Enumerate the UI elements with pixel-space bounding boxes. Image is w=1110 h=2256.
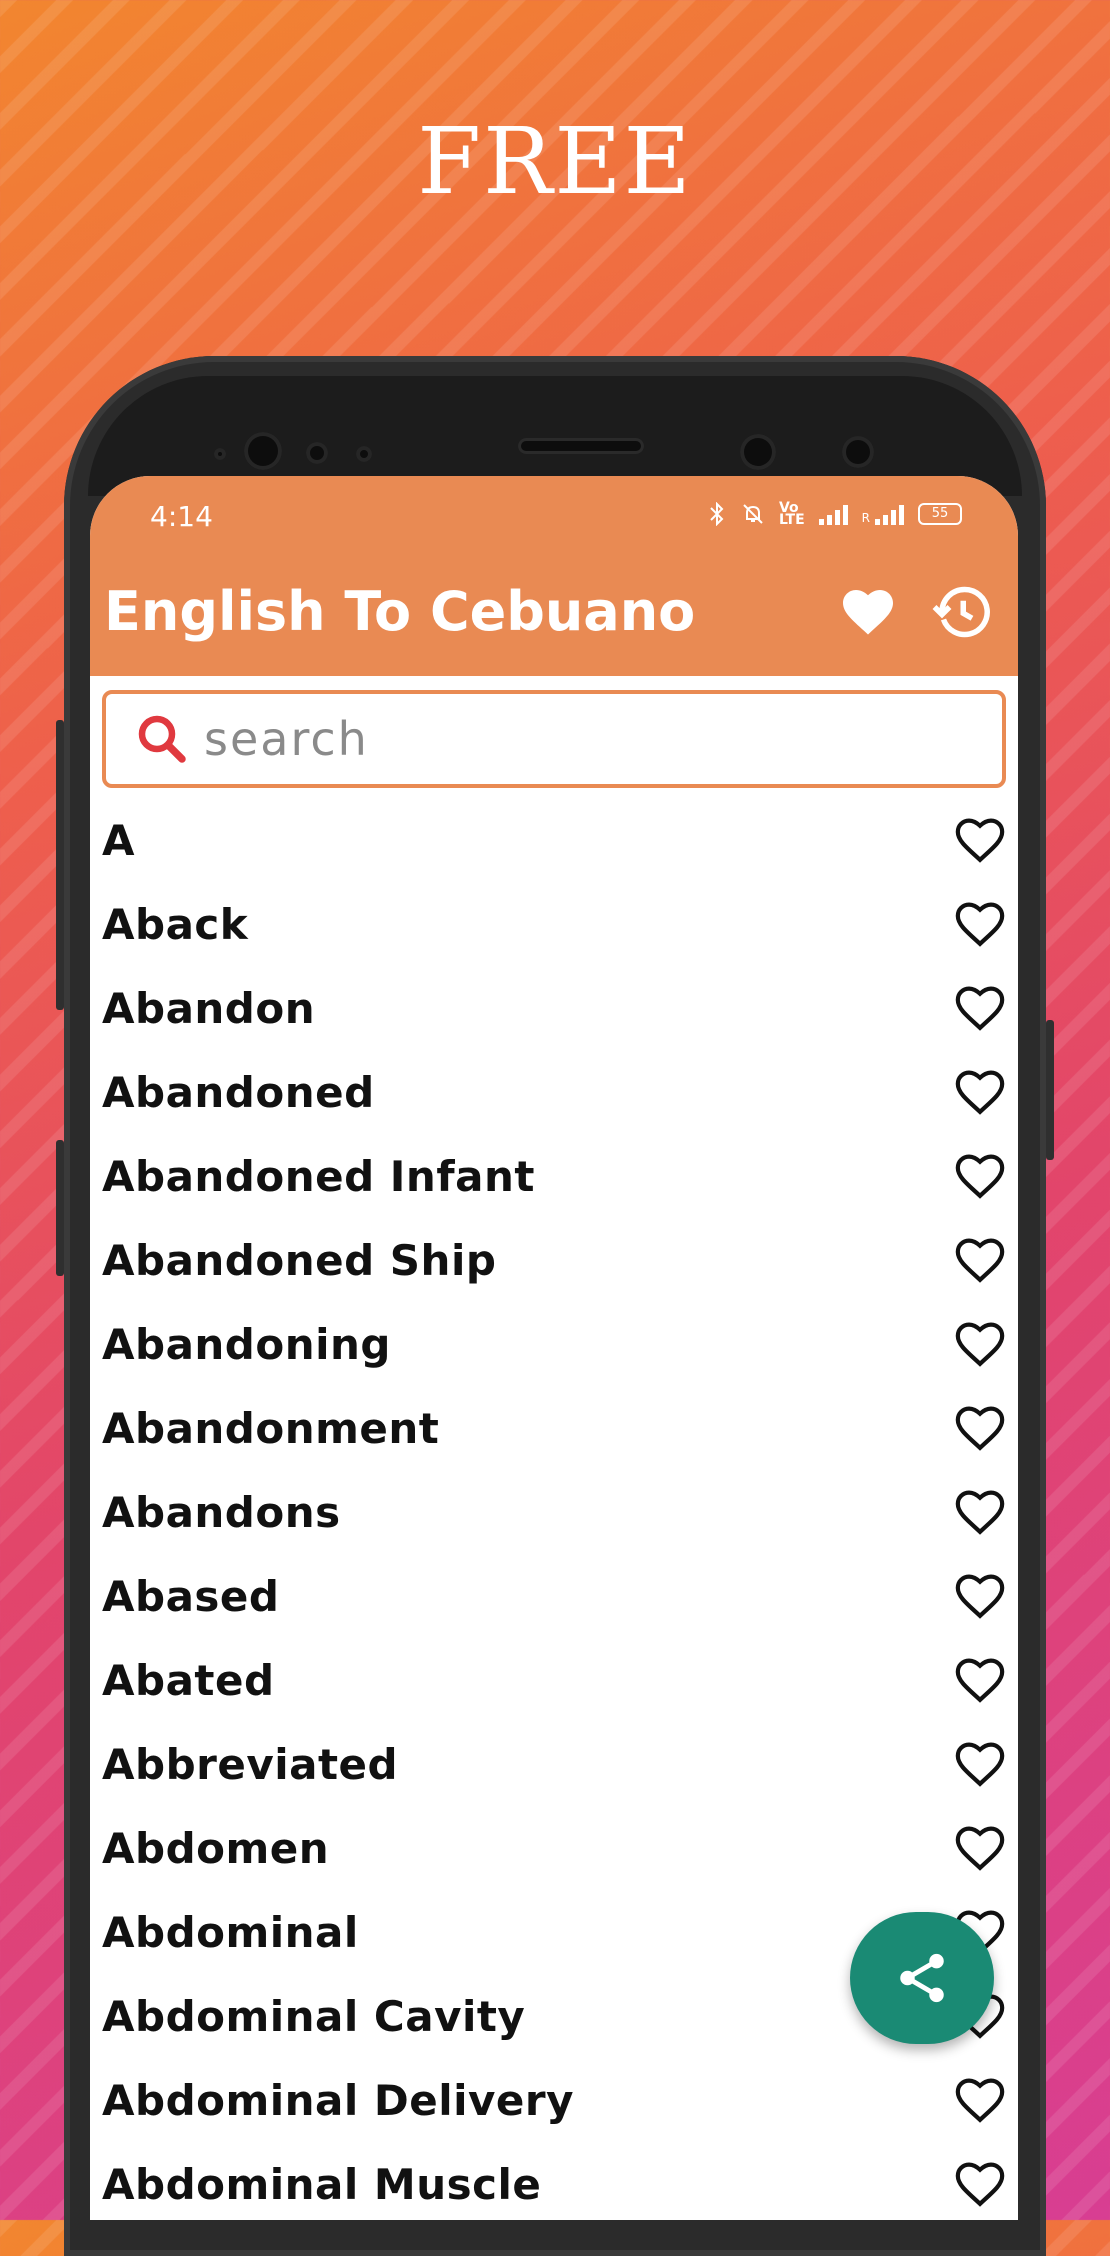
heart-outline-icon bbox=[955, 902, 1005, 947]
heart-outline-icon bbox=[955, 2078, 1005, 2123]
promo-title: FREE bbox=[417, 108, 693, 215]
word-row[interactable]: Abandoning bbox=[90, 1302, 1018, 1386]
signal-roaming-icon: R bbox=[862, 503, 904, 525]
word-row[interactable]: Abdomen bbox=[90, 1806, 1018, 1890]
word-label: Abdominal Delivery bbox=[102, 2075, 575, 2125]
word-label: Abdominal Cavity bbox=[102, 1991, 526, 2041]
word-row[interactable]: Abandon bbox=[90, 966, 1018, 1050]
search-icon bbox=[138, 715, 186, 763]
sensor-dot bbox=[842, 436, 874, 468]
status-icons: Vo LTE R 55 bbox=[707, 500, 962, 528]
favorite-toggle-button[interactable] bbox=[950, 2154, 1010, 2214]
word-label: Abandon bbox=[102, 983, 316, 1033]
word-row[interactable]: Abated bbox=[90, 1638, 1018, 1722]
mute-bell-icon bbox=[743, 504, 763, 524]
favorite-toggle-button[interactable] bbox=[950, 810, 1010, 870]
phone-side-button bbox=[1046, 1020, 1054, 1160]
favorite-toggle-button[interactable] bbox=[950, 1650, 1010, 1710]
heart-outline-icon bbox=[955, 1070, 1005, 1115]
heart-outline-icon bbox=[955, 1574, 1005, 1619]
favorites-button[interactable] bbox=[838, 582, 898, 642]
favorite-toggle-button[interactable] bbox=[950, 978, 1010, 1038]
word-row[interactable]: Abased bbox=[90, 1554, 1018, 1638]
word-row[interactable]: Abbreviated bbox=[90, 1722, 1018, 1806]
word-label: Abbreviated bbox=[102, 1739, 399, 1789]
phone-side-button bbox=[56, 720, 64, 1010]
favorite-toggle-button[interactable] bbox=[950, 1734, 1010, 1794]
word-row[interactable]: Abdominal Muscle bbox=[90, 2142, 1018, 2220]
sensor-dot bbox=[306, 442, 328, 464]
word-label: Abandoned Infant bbox=[102, 1151, 535, 1201]
heart-outline-icon bbox=[955, 1658, 1005, 1703]
favorite-toggle-button[interactable] bbox=[950, 1566, 1010, 1626]
earpiece-speaker bbox=[518, 438, 644, 454]
favorite-toggle-button[interactable] bbox=[950, 2070, 1010, 2130]
app-title: English To Cebuano bbox=[104, 580, 696, 643]
heart-outline-icon bbox=[955, 1238, 1005, 1283]
favorite-toggle-button[interactable] bbox=[950, 1230, 1010, 1290]
word-row[interactable]: A bbox=[90, 798, 1018, 882]
history-button[interactable] bbox=[932, 582, 992, 642]
app-bar: 4:14 Vo LTE R 55 English To Cebuano bbox=[90, 476, 1018, 676]
word-row[interactable]: Aback bbox=[90, 882, 1018, 966]
share-button[interactable] bbox=[850, 1912, 994, 2044]
search-bar[interactable] bbox=[102, 690, 1006, 788]
sensor-dot bbox=[356, 446, 372, 462]
word-label: Abated bbox=[102, 1655, 275, 1705]
word-label: Abased bbox=[102, 1571, 280, 1621]
favorite-toggle-button[interactable] bbox=[950, 1482, 1010, 1542]
heart-outline-icon bbox=[955, 818, 1005, 863]
phone-side-button bbox=[56, 1140, 64, 1276]
word-label: Abandoning bbox=[102, 1319, 391, 1369]
word-label: Abandoned bbox=[102, 1067, 375, 1117]
word-row[interactable]: Abandoned Infant bbox=[90, 1134, 1018, 1218]
search-input[interactable] bbox=[202, 711, 1002, 767]
heart-outline-icon bbox=[955, 1154, 1005, 1199]
heart-outline-icon bbox=[955, 1826, 1005, 1871]
word-row[interactable]: Abandoned Ship bbox=[90, 1218, 1018, 1302]
word-row[interactable]: Abandoned bbox=[90, 1050, 1018, 1134]
heart-outline-icon bbox=[955, 1406, 1005, 1451]
bluetooth-icon bbox=[710, 502, 724, 526]
status-time: 4:14 bbox=[150, 500, 213, 533]
favorite-toggle-button[interactable] bbox=[950, 1062, 1010, 1122]
word-label: Abandoned Ship bbox=[102, 1235, 497, 1285]
word-label: Abandonment bbox=[102, 1403, 440, 1453]
word-label: Abdominal bbox=[102, 1907, 359, 1957]
favorite-toggle-button[interactable] bbox=[950, 1146, 1010, 1206]
share-icon bbox=[900, 1953, 944, 2003]
battery-icon: 55 bbox=[918, 503, 962, 525]
favorite-toggle-button[interactable] bbox=[950, 1398, 1010, 1458]
secondary-camera bbox=[740, 434, 776, 470]
favorite-toggle-button[interactable] bbox=[950, 894, 1010, 954]
favorite-toggle-button[interactable] bbox=[950, 1314, 1010, 1374]
heart-outline-icon bbox=[955, 1742, 1005, 1787]
word-row[interactable]: Abandons bbox=[90, 1470, 1018, 1554]
heart-outline-icon bbox=[955, 1490, 1005, 1535]
favorite-toggle-button[interactable] bbox=[950, 1818, 1010, 1878]
word-label: A bbox=[102, 815, 136, 865]
word-row[interactable]: Abdominal Delivery bbox=[90, 2058, 1018, 2142]
word-label: Abdomen bbox=[102, 1823, 330, 1873]
history-icon bbox=[932, 586, 990, 638]
word-label: Abandons bbox=[102, 1487, 341, 1537]
heart-outline-icon bbox=[955, 1322, 1005, 1367]
word-label: Abdominal Muscle bbox=[102, 2159, 542, 2209]
sensor-dot bbox=[214, 448, 226, 460]
word-row[interactable]: Abandonment bbox=[90, 1386, 1018, 1470]
heart-icon bbox=[843, 590, 893, 635]
word-label: Aback bbox=[102, 899, 249, 949]
heart-outline-icon bbox=[955, 2162, 1005, 2207]
front-camera bbox=[244, 432, 282, 470]
volte-icon: Vo LTE bbox=[778, 500, 805, 528]
heart-outline-icon bbox=[955, 986, 1005, 1031]
signal-icon bbox=[818, 503, 848, 525]
